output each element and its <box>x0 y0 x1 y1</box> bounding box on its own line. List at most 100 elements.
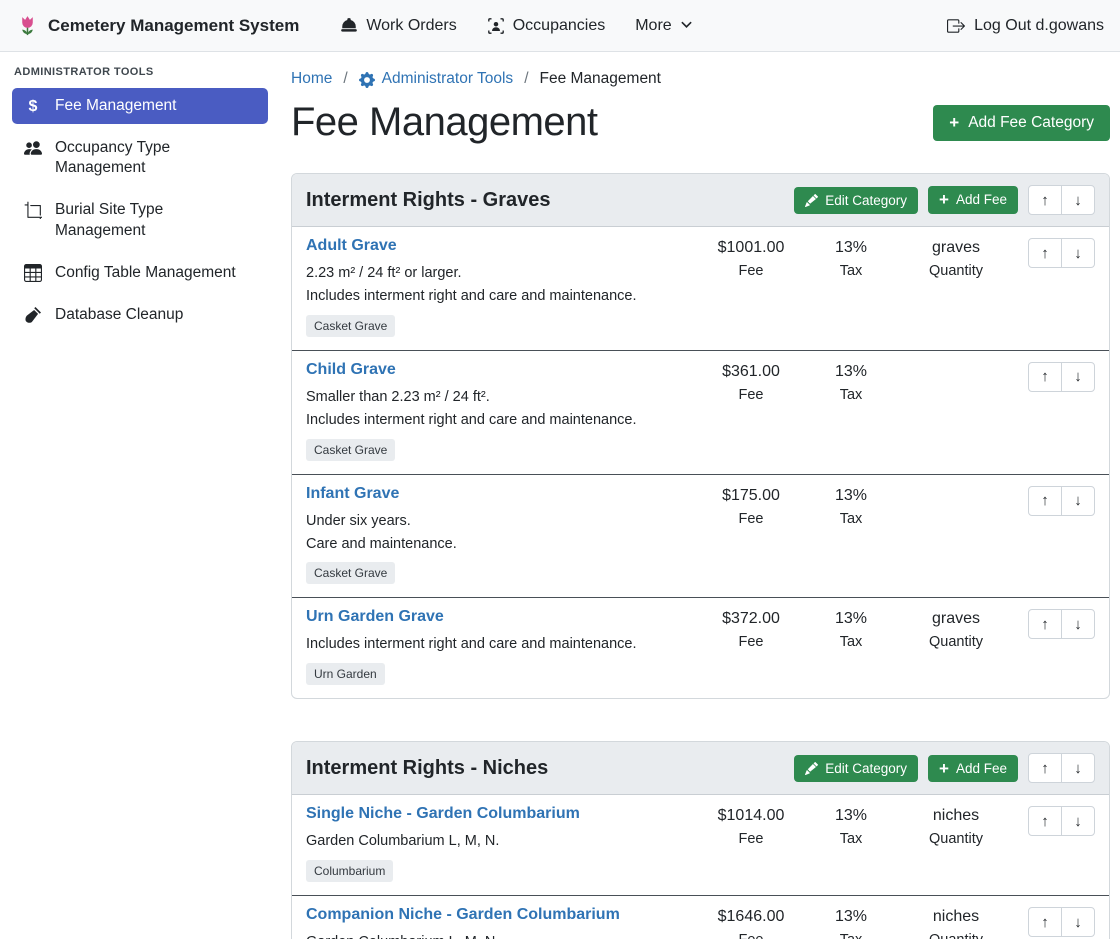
sidebar-item-fee-management[interactable]: $ Fee Management <box>12 88 268 124</box>
move-category-up-button[interactable]: ↑ <box>1028 185 1062 215</box>
fee-category-card: Interment Rights - Niches Edit Category … <box>291 741 1110 939</box>
logout-label: Log Out d.gowans <box>974 17 1104 35</box>
fee-descriptions: Garden Columbarium L, M, N. <box>306 931 701 939</box>
tulip-logo-icon <box>16 14 39 37</box>
fee-stat: $175.00 Fee <box>701 485 801 527</box>
nav-item-more[interactable]: More <box>635 17 692 35</box>
fee-name-link[interactable]: Single Niche - Garden Columbarium <box>306 805 580 823</box>
fee-name-link[interactable]: Adult Grave <box>306 237 397 255</box>
breadcrumb-separator: / <box>524 70 528 88</box>
quantity-stat: graves Quantity <box>901 608 1011 650</box>
move-fee-up-button[interactable]: ↑ <box>1028 486 1062 516</box>
fee-amount-label: Fee <box>701 511 801 527</box>
move-fee-up-button[interactable]: ↑ <box>1028 806 1062 836</box>
move-category-down-button[interactable]: ↓ <box>1061 753 1095 783</box>
move-fee-up-button[interactable]: ↑ <box>1028 362 1062 392</box>
category-title: Interment Rights - Graves <box>306 189 794 212</box>
tax-label: Tax <box>801 263 901 279</box>
fee-stat: $372.00 Fee <box>701 608 801 650</box>
tax-stat: 13% Tax <box>801 361 901 403</box>
sidebar-item-burial-site-type-management[interactable]: Burial Site Type Management <box>12 192 268 248</box>
occupant-frame-icon <box>487 17 505 35</box>
tax-value: 13% <box>801 239 901 257</box>
tax-stat: 13% Tax <box>801 608 901 650</box>
fee-amount: $372.00 <box>701 610 801 628</box>
nav-item-label: Occupancies <box>513 17 606 35</box>
fee-row: Infant Grave Under six years.Care and ma… <box>292 474 1109 598</box>
fee-type-badge: Casket Grave <box>306 562 395 584</box>
edit-category-button[interactable]: Edit Category <box>794 755 918 782</box>
fee-reorder-group: ↑ ↓ <box>1028 805 1095 836</box>
nav-item-work-orders[interactable]: Work Orders <box>340 17 456 35</box>
fee-descriptions: Smaller than 2.23 m² / 24 ft².Includes i… <box>306 386 701 432</box>
add-fee-category-button[interactable]: + Add Fee Category <box>933 105 1110 141</box>
quantity-unit: graves <box>901 610 1011 628</box>
sidebar-item-occupancy-type-management[interactable]: Occupancy Type Management <box>12 130 268 186</box>
quantity-unit: niches <box>901 908 1011 926</box>
tax-label: Tax <box>801 511 901 527</box>
main-content: Home / Administrator Tools / Fee Managem… <box>280 52 1120 939</box>
crop-icon <box>24 201 42 219</box>
nav-item-label: More <box>635 17 671 35</box>
tax-stat: 13% Tax <box>801 237 901 279</box>
tax-label: Tax <box>801 932 901 939</box>
app-brand[interactable]: Cemetery Management System <box>16 14 299 37</box>
category-list: Interment Rights - Graves Edit Category … <box>291 173 1110 939</box>
pencil-icon <box>805 194 818 207</box>
breadcrumb-home-link[interactable]: Home <box>291 70 332 88</box>
chevron-down-icon <box>680 19 693 32</box>
fee-info: Infant Grave Under six years.Care and ma… <box>306 485 701 585</box>
move-fee-down-button[interactable]: ↓ <box>1061 362 1095 392</box>
dollar-icon: $ <box>24 97 42 116</box>
fee-description: Under six years. <box>306 510 701 533</box>
plus-icon: + <box>939 192 949 207</box>
fee-name-link[interactable]: Urn Garden Grave <box>306 608 444 626</box>
fee-type-badge: Casket Grave <box>306 439 395 461</box>
tax-stat: 13% Tax <box>801 906 901 939</box>
tax-stat: 13% Tax <box>801 805 901 847</box>
sidebar-item-label: Occupancy Type Management <box>55 138 242 178</box>
move-fee-up-button[interactable]: ↑ <box>1028 609 1062 639</box>
sidebar-item-config-table-management[interactable]: Config Table Management <box>12 255 268 291</box>
tax-stat: 13% Tax <box>801 485 901 527</box>
fee-stat: $361.00 Fee <box>701 361 801 403</box>
move-fee-down-button[interactable]: ↓ <box>1061 907 1095 937</box>
fee-name-link[interactable]: Child Grave <box>306 361 396 379</box>
fee-description: Smaller than 2.23 m² / 24 ft². <box>306 386 701 409</box>
move-fee-up-button[interactable]: ↑ <box>1028 238 1062 268</box>
fee-name-link[interactable]: Companion Niche - Garden Columbarium <box>306 906 620 924</box>
fee-amount-label: Fee <box>701 634 801 650</box>
fee-description: Includes interment right and care and ma… <box>306 285 701 308</box>
add-fee-button[interactable]: + Add Fee <box>928 186 1018 213</box>
move-fee-down-button[interactable]: ↓ <box>1061 609 1095 639</box>
add-fee-label: Add Fee <box>956 192 1007 207</box>
sidebar-item-database-cleanup[interactable]: Database Cleanup <box>12 297 268 333</box>
move-fee-down-button[interactable]: ↓ <box>1061 486 1095 516</box>
fee-type-badge: Columbarium <box>306 860 393 882</box>
breadcrumb: Home / Administrator Tools / Fee Managem… <box>291 70 1110 88</box>
logout-button[interactable]: Log Out d.gowans <box>947 17 1104 35</box>
tax-label: Tax <box>801 634 901 650</box>
sidebar-heading: Administrator Tools <box>12 66 268 88</box>
tax-value: 13% <box>801 807 901 825</box>
nav-item-occupancies[interactable]: Occupancies <box>487 17 606 35</box>
move-fee-down-button[interactable]: ↓ <box>1061 806 1095 836</box>
move-category-down-button[interactable]: ↓ <box>1061 185 1095 215</box>
move-category-up-button[interactable]: ↑ <box>1028 753 1062 783</box>
move-fee-down-button[interactable]: ↓ <box>1061 238 1095 268</box>
edit-category-button[interactable]: Edit Category <box>794 187 918 214</box>
category-fee-list: Adult Grave 2.23 m² / 24 ft² or larger.I… <box>292 227 1109 698</box>
breadcrumb-admin-tools-link[interactable]: Administrator Tools <box>382 70 514 88</box>
fee-name-link[interactable]: Infant Grave <box>306 485 399 503</box>
fee-descriptions: Includes interment right and care and ma… <box>306 633 701 656</box>
fee-amount-label: Fee <box>701 263 801 279</box>
move-fee-up-button[interactable]: ↑ <box>1028 907 1062 937</box>
edit-category-label: Edit Category <box>825 761 907 776</box>
hard-hat-icon <box>340 17 358 35</box>
fee-row: Adult Grave 2.23 m² / 24 ft² or larger.I… <box>292 227 1109 350</box>
edit-category-label: Edit Category <box>825 193 907 208</box>
quantity-stat <box>901 361 1011 363</box>
add-fee-button[interactable]: + Add Fee <box>928 755 1018 782</box>
fee-description: 2.23 m² / 24 ft² or larger. <box>306 262 701 285</box>
fee-row: Single Niche - Garden Columbarium Garden… <box>292 795 1109 895</box>
